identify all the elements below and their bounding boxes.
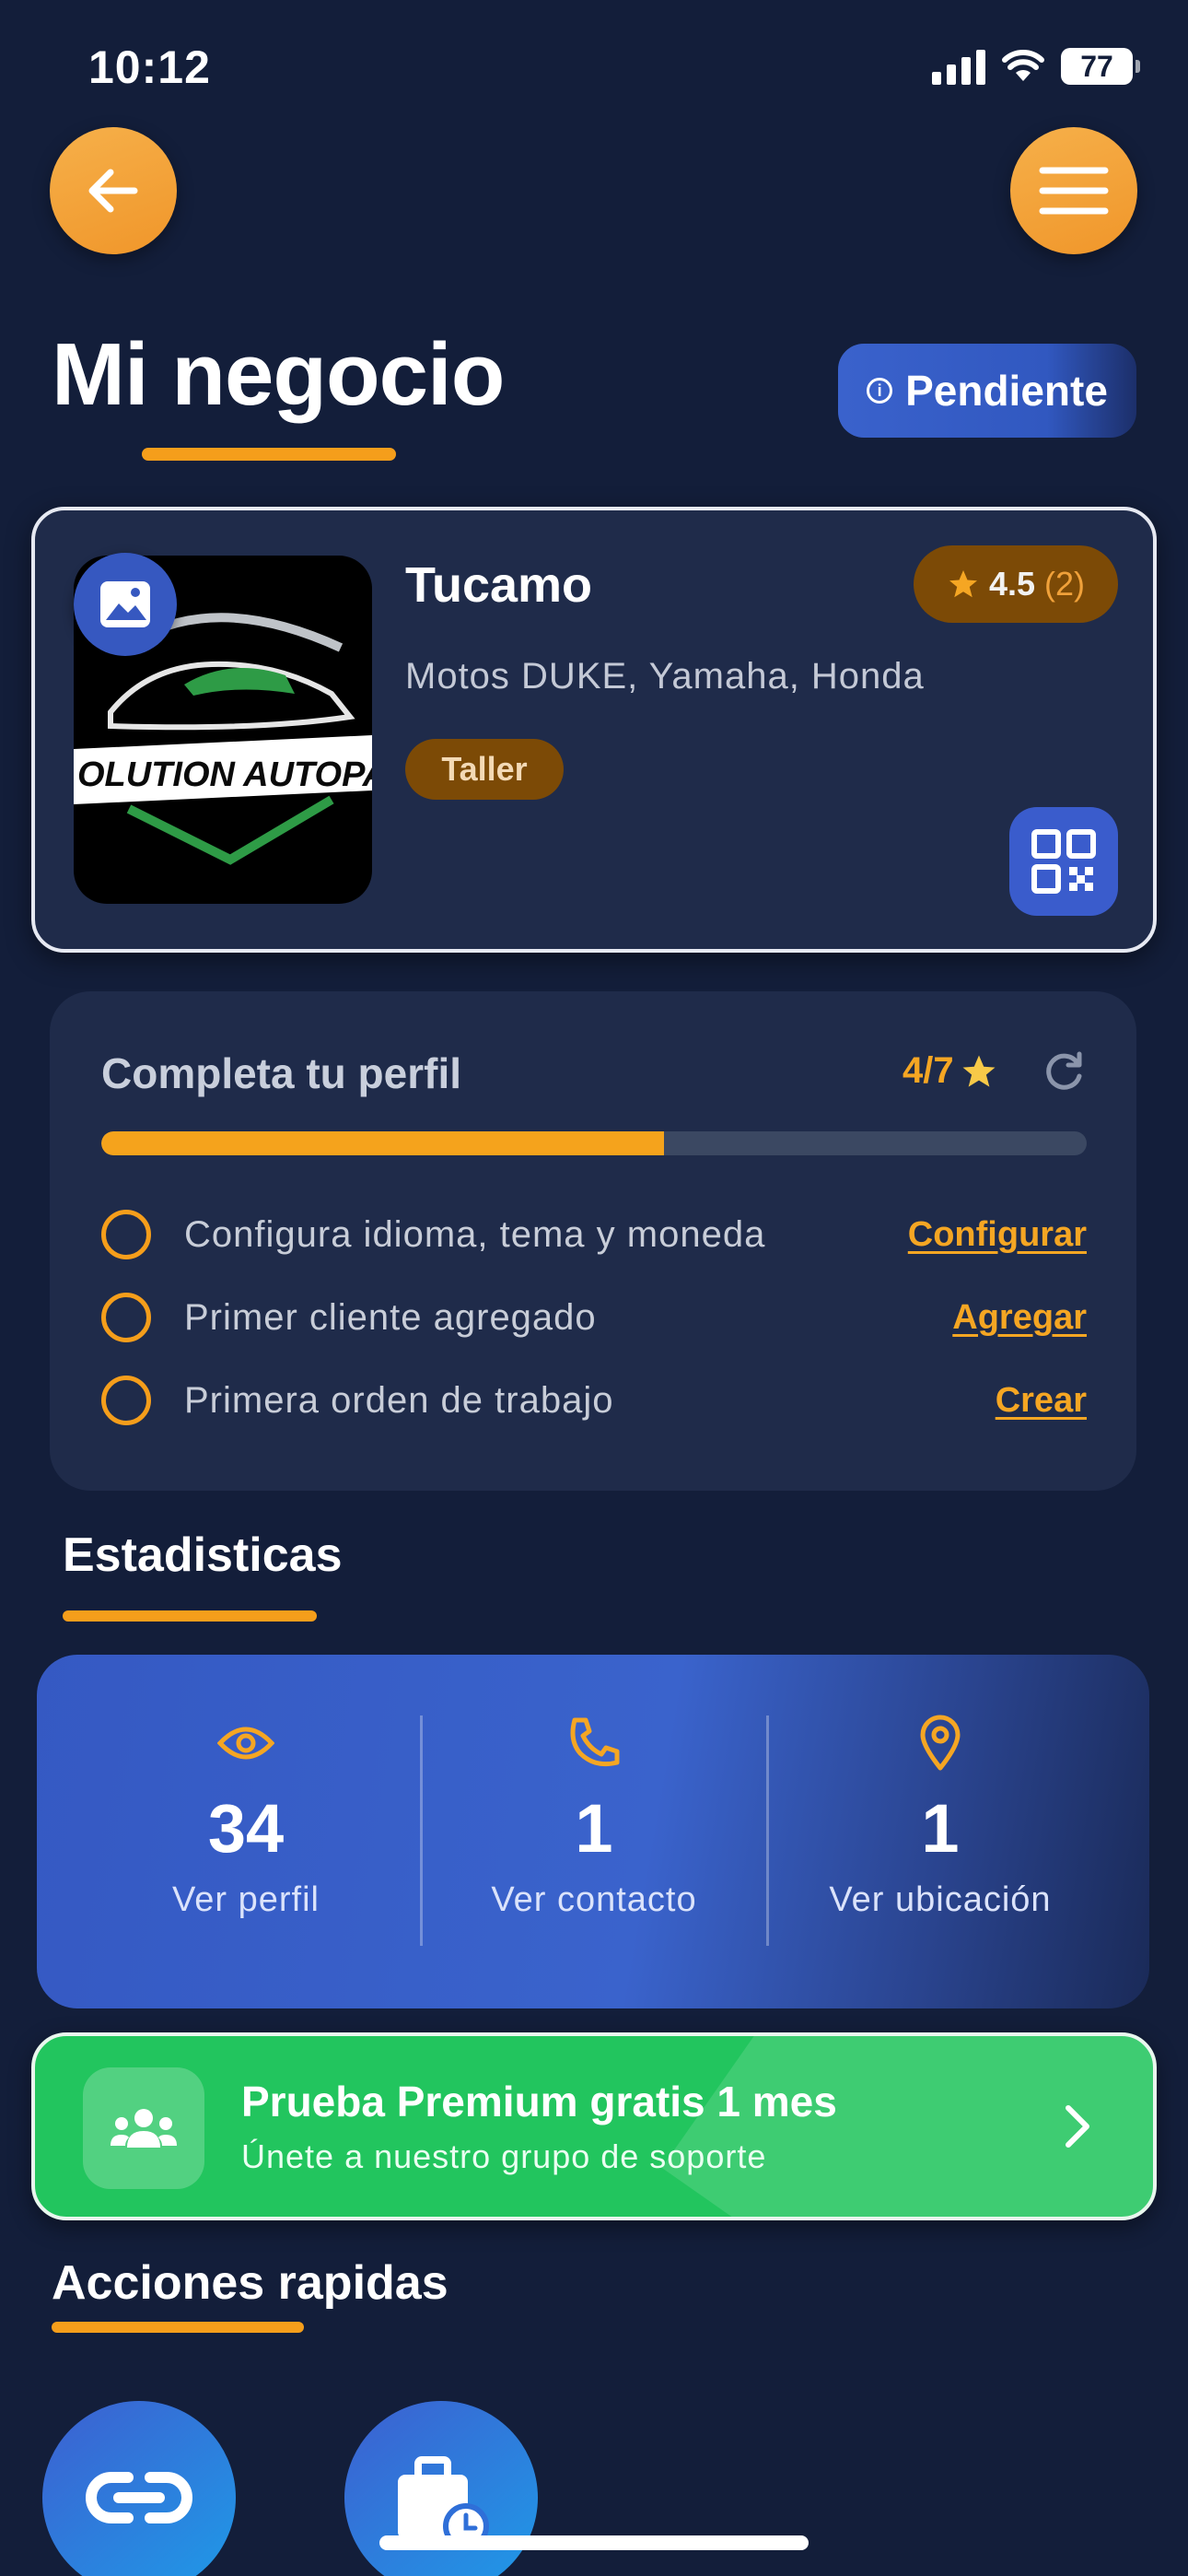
stats-section-title: Estadisticas: [63, 1528, 343, 1582]
status-badge[interactable]: i Pendiente: [838, 344, 1136, 438]
qr-code-button[interactable]: [1009, 807, 1118, 916]
task-row[interactable]: Configura idioma, tema y moneda Configur…: [101, 1207, 1087, 1262]
phone-icon: [567, 1715, 621, 1771]
qr-code-icon: [1031, 829, 1096, 894]
image-icon: [100, 581, 150, 627]
stat-label: Ver ubicación: [829, 1880, 1052, 1919]
status-badge-label: Pendiente: [905, 367, 1108, 415]
eye-icon: [217, 1715, 274, 1771]
profile-progress-fill: [101, 1131, 665, 1155]
business-type-tag: Taller: [405, 739, 564, 800]
quick-actions-title: Acciones rapidas: [52, 2256, 448, 2310]
briefcase-clock-icon: [398, 2456, 489, 2548]
back-button[interactable]: [50, 127, 177, 254]
menu-button[interactable]: [1010, 127, 1137, 254]
task-checkbox[interactable]: [101, 1376, 151, 1425]
home-indicator[interactable]: [379, 2535, 809, 2550]
group-icon: [111, 2109, 177, 2148]
profile-progress-bar: [101, 1131, 1087, 1155]
task-checkbox[interactable]: [101, 1293, 151, 1342]
task-checkbox[interactable]: [101, 1210, 151, 1259]
profile-progress-text: 4/7: [903, 1050, 954, 1091]
stat-profile-views[interactable]: 34 Ver perfil: [74, 1655, 418, 2008]
premium-subtitle: Únete a nuestro grupo de soporte: [241, 2137, 767, 2175]
title-underline: [142, 448, 396, 461]
star-icon: [949, 570, 977, 598]
refresh-icon: [1046, 1051, 1082, 1090]
premium-title: Prueba Premium gratis 1 mes: [241, 2078, 837, 2125]
create-order-link[interactable]: Crear: [996, 1381, 1087, 1421]
task-label: Primer cliente agregado: [184, 1296, 597, 1338]
star-icon: [962, 1055, 996, 1087]
quick-actions-underline: [52, 2322, 304, 2333]
signal-icon: [932, 48, 985, 85]
location-pin-icon: [919, 1715, 961, 1771]
status-time: 10:12: [88, 41, 211, 93]
page-title: Mi negocio: [52, 325, 505, 424]
premium-banner-icon: [83, 2067, 204, 2189]
stat-value: 1: [921, 1790, 960, 1867]
stats-title-underline: [63, 1610, 317, 1622]
battery-icon: 77: [1061, 48, 1140, 85]
quick-action-share-link[interactable]: [42, 2401, 236, 2576]
configure-link[interactable]: Configurar: [908, 1215, 1087, 1255]
stat-label: Ver perfil: [172, 1880, 320, 1919]
logo-text: OLUTION AUTOPART: [77, 755, 372, 794]
task-row[interactable]: Primera orden de trabajo Crear: [101, 1373, 1087, 1428]
stat-contact-views[interactable]: 1 Ver contacto: [422, 1655, 766, 2008]
status-icons: 77: [932, 48, 1140, 85]
arrow-left-icon: [88, 169, 138, 213]
stat-label: Ver contacto: [491, 1880, 697, 1919]
rating-value: 4.5: [988, 565, 1036, 603]
task-label: Primera orden de trabajo: [184, 1379, 614, 1421]
profile-completion-title: Completa tu perfil: [101, 1049, 462, 1097]
stat-value: 1: [575, 1790, 613, 1867]
add-client-link[interactable]: Agregar: [952, 1298, 1087, 1338]
hamburger-menu-icon: [1039, 167, 1109, 215]
task-row[interactable]: Primer cliente agregado Agregar: [101, 1290, 1087, 1345]
profile-progress-count: 4/7: [903, 1050, 998, 1092]
wifi-icon: [1002, 50, 1044, 81]
stat-location-views[interactable]: 1 Ver ubicación: [768, 1655, 1112, 2008]
image-badge[interactable]: [74, 553, 177, 656]
chevron-right-icon: [1059, 2101, 1096, 2157]
rating-count: (2): [1044, 565, 1086, 603]
business-description: Motos DUKE, Yamaha, Honda: [405, 656, 925, 697]
task-label: Configura idioma, tema y moneda: [184, 1213, 766, 1255]
stat-value: 34: [207, 1790, 285, 1867]
rating-badge[interactable]: 4.5 (2): [914, 545, 1118, 623]
link-icon: [86, 2472, 192, 2523]
info-icon: i: [867, 378, 893, 404]
business-name: Tucamo: [405, 557, 593, 613]
refresh-button[interactable]: [1041, 1048, 1087, 1099]
